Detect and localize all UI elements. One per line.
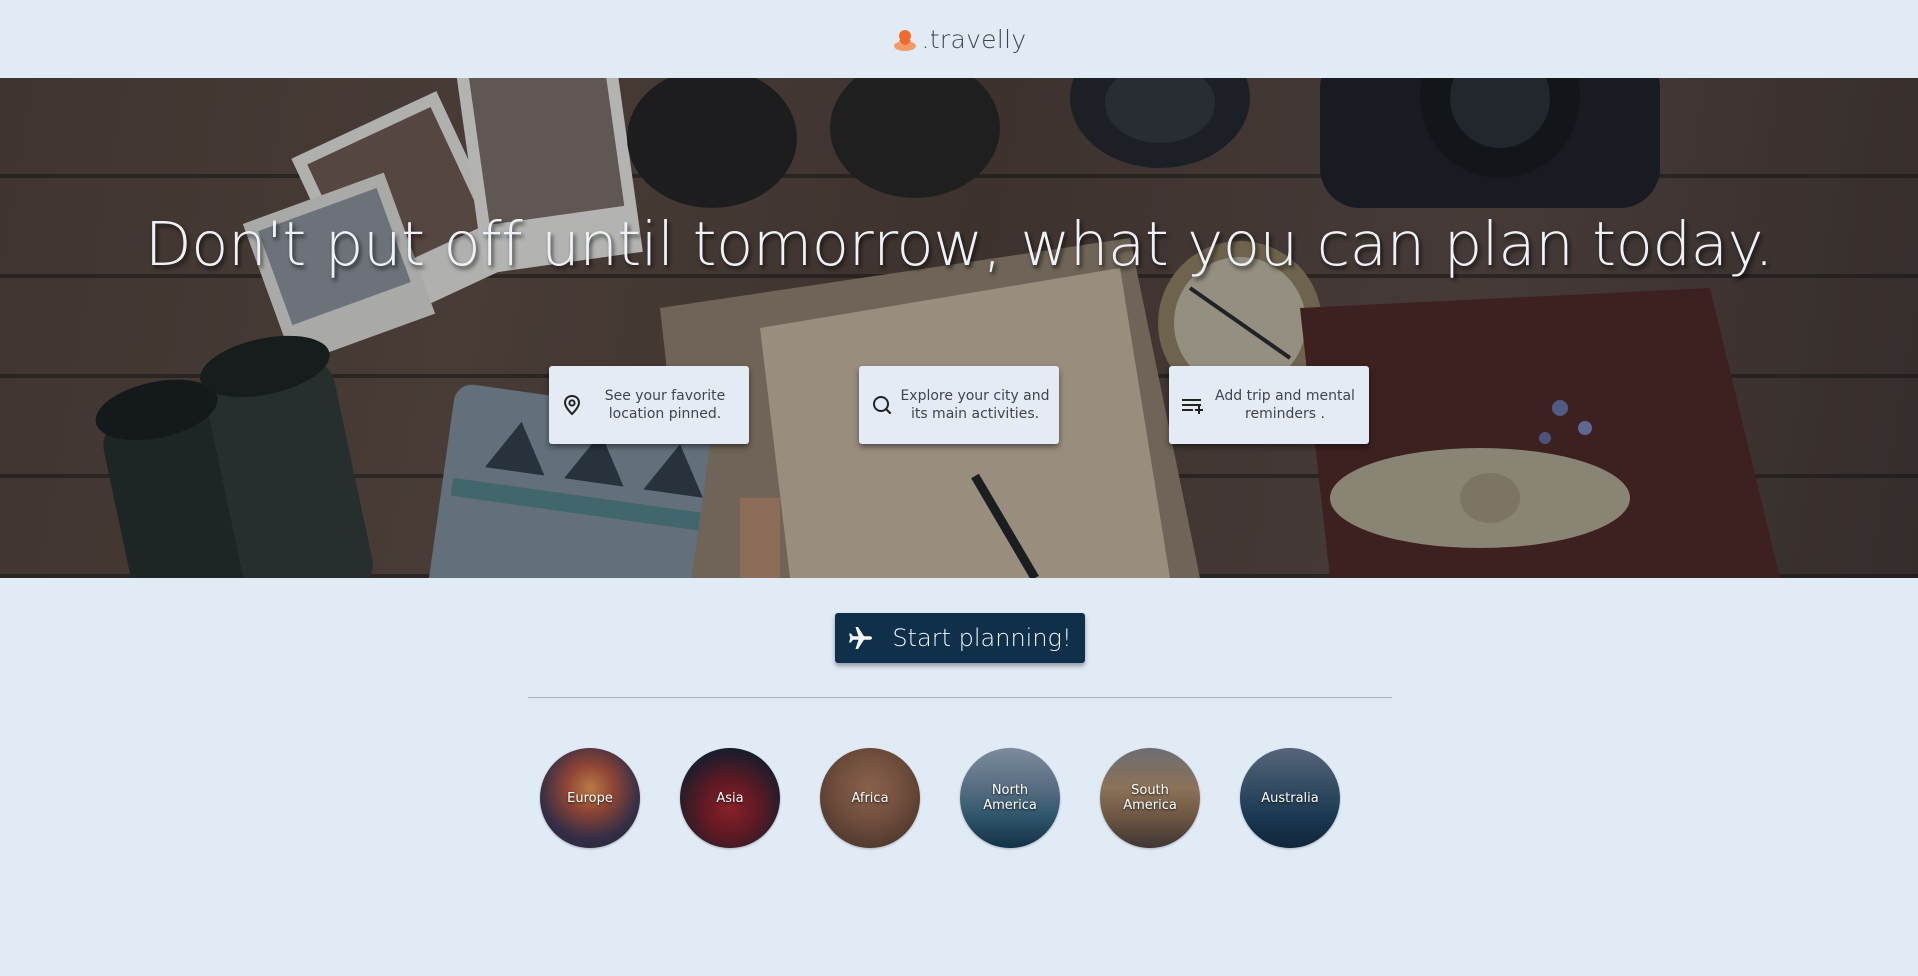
continent-africa[interactable]: Africa (820, 748, 920, 848)
start-planning-label: Start planning! (892, 624, 1072, 652)
feature-text: See your favorite location pinned. (604, 388, 726, 422)
site-header: .travelly (0, 0, 1918, 78)
continent-australia[interactable]: Australia (1240, 748, 1340, 848)
continent-label: Asia (716, 790, 744, 806)
map-pin-person-icon (893, 30, 916, 51)
feature-card-pinned-location: See your favorite location pinned. (549, 366, 749, 444)
continent-label: South America (1123, 783, 1177, 813)
feature-text: Add trip and mental reminders . (1215, 388, 1355, 422)
hero-banner: Don't put off until tomorrow, what you c… (0, 78, 1918, 578)
feature-card-explore-city: Explore your city and its main activitie… (859, 366, 1059, 444)
continent-north-america[interactable]: North America (960, 748, 1060, 848)
brand-logo-link[interactable]: .travelly (892, 25, 1027, 54)
continent-asia[interactable]: Asia (680, 748, 780, 848)
continent-south-america[interactable]: South America (1100, 748, 1200, 848)
hero-title: Don't put off until tomorrow, what you c… (144, 209, 1774, 280)
continent-label: North America (983, 783, 1037, 813)
feature-text: Explore your city and its main activitie… (900, 388, 1050, 422)
start-planning-button[interactable]: Start planning! (835, 613, 1085, 663)
map-pin-icon (563, 394, 581, 416)
continent-label: Africa (851, 790, 889, 806)
playlist-add-icon (1182, 399, 1203, 414)
continent-europe[interactable]: Europe (540, 748, 640, 848)
continent-label: Europe (567, 790, 613, 806)
brand-name: .travelly (921, 24, 1027, 54)
section-divider (528, 697, 1392, 698)
search-icon (873, 396, 892, 415)
airplane-icon (849, 627, 873, 649)
feature-card-reminders: Add trip and mental reminders . (1169, 366, 1369, 444)
continent-label: Australia (1261, 790, 1319, 806)
